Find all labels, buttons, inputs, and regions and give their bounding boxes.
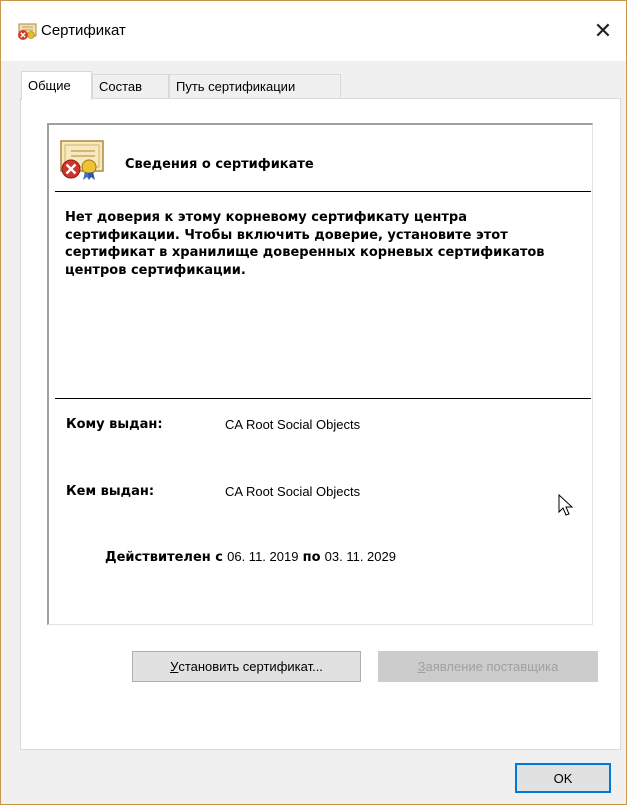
- tab-label: Общие: [28, 78, 71, 93]
- tab-label: Путь сертификации: [176, 79, 296, 94]
- tab-label: Состав: [99, 79, 143, 94]
- valid-to-value: 03. 11. 2029: [324, 549, 396, 564]
- certificate-error-icon: [18, 23, 37, 40]
- install-certificate-button[interactable]: Установить сертификат...: [132, 651, 361, 682]
- issuer-statement-button[interactable]: Заявление поставщика: [378, 651, 598, 682]
- valid-from-label: Действителен с: [105, 550, 223, 565]
- issued-to-value: CA Root Social Objects: [225, 417, 361, 432]
- issuer-statement-label: аявление поставщика: [425, 659, 559, 674]
- trust-warning-text: Нет доверия к этому корневому сертификат…: [65, 210, 545, 278]
- ok-button[interactable]: OK: [515, 763, 611, 793]
- divider: [55, 398, 591, 399]
- issued-by-value: CA Root Social Objects: [225, 484, 361, 499]
- tab-certification-path[interactable]: Путь сертификации: [169, 74, 341, 99]
- issuer-statement-accelerator: З: [417, 659, 426, 674]
- tab-general[interactable]: Общие: [21, 71, 92, 100]
- certificate-error-icon: [60, 140, 104, 180]
- validity-period: Действителен с 06. 11. 2019 по 03. 11. 2…: [105, 549, 396, 565]
- general-tab-panel: Сведения о сертификате Нет доверия к это…: [20, 98, 621, 750]
- install-label: становить сертификат...: [178, 659, 323, 674]
- certificate-dialog: Сертификат ✕ Общие Состав Путь сертифика…: [0, 0, 627, 805]
- issued-to-label: Кому выдан:: [66, 417, 163, 432]
- install-accelerator: У: [170, 659, 179, 674]
- issued-by-label: Кем выдан:: [66, 484, 155, 499]
- tab-details[interactable]: Состав: [92, 74, 169, 99]
- valid-to-label: по: [302, 550, 321, 565]
- title-bar[interactable]: Сертификат ✕: [1, 1, 626, 61]
- section-title: Сведения о сертификате: [125, 157, 314, 172]
- divider: [55, 191, 591, 192]
- close-icon: ✕: [593, 18, 613, 44]
- mouse-pointer-icon: [558, 494, 574, 516]
- valid-from-value: 06. 11. 2019: [227, 549, 299, 564]
- certificate-info-box: Сведения о сертификате Нет доверия к это…: [47, 123, 593, 625]
- ok-label: OK: [553, 770, 573, 786]
- window-title: Сертификат: [41, 22, 126, 39]
- close-button[interactable]: ✕: [580, 13, 626, 49]
